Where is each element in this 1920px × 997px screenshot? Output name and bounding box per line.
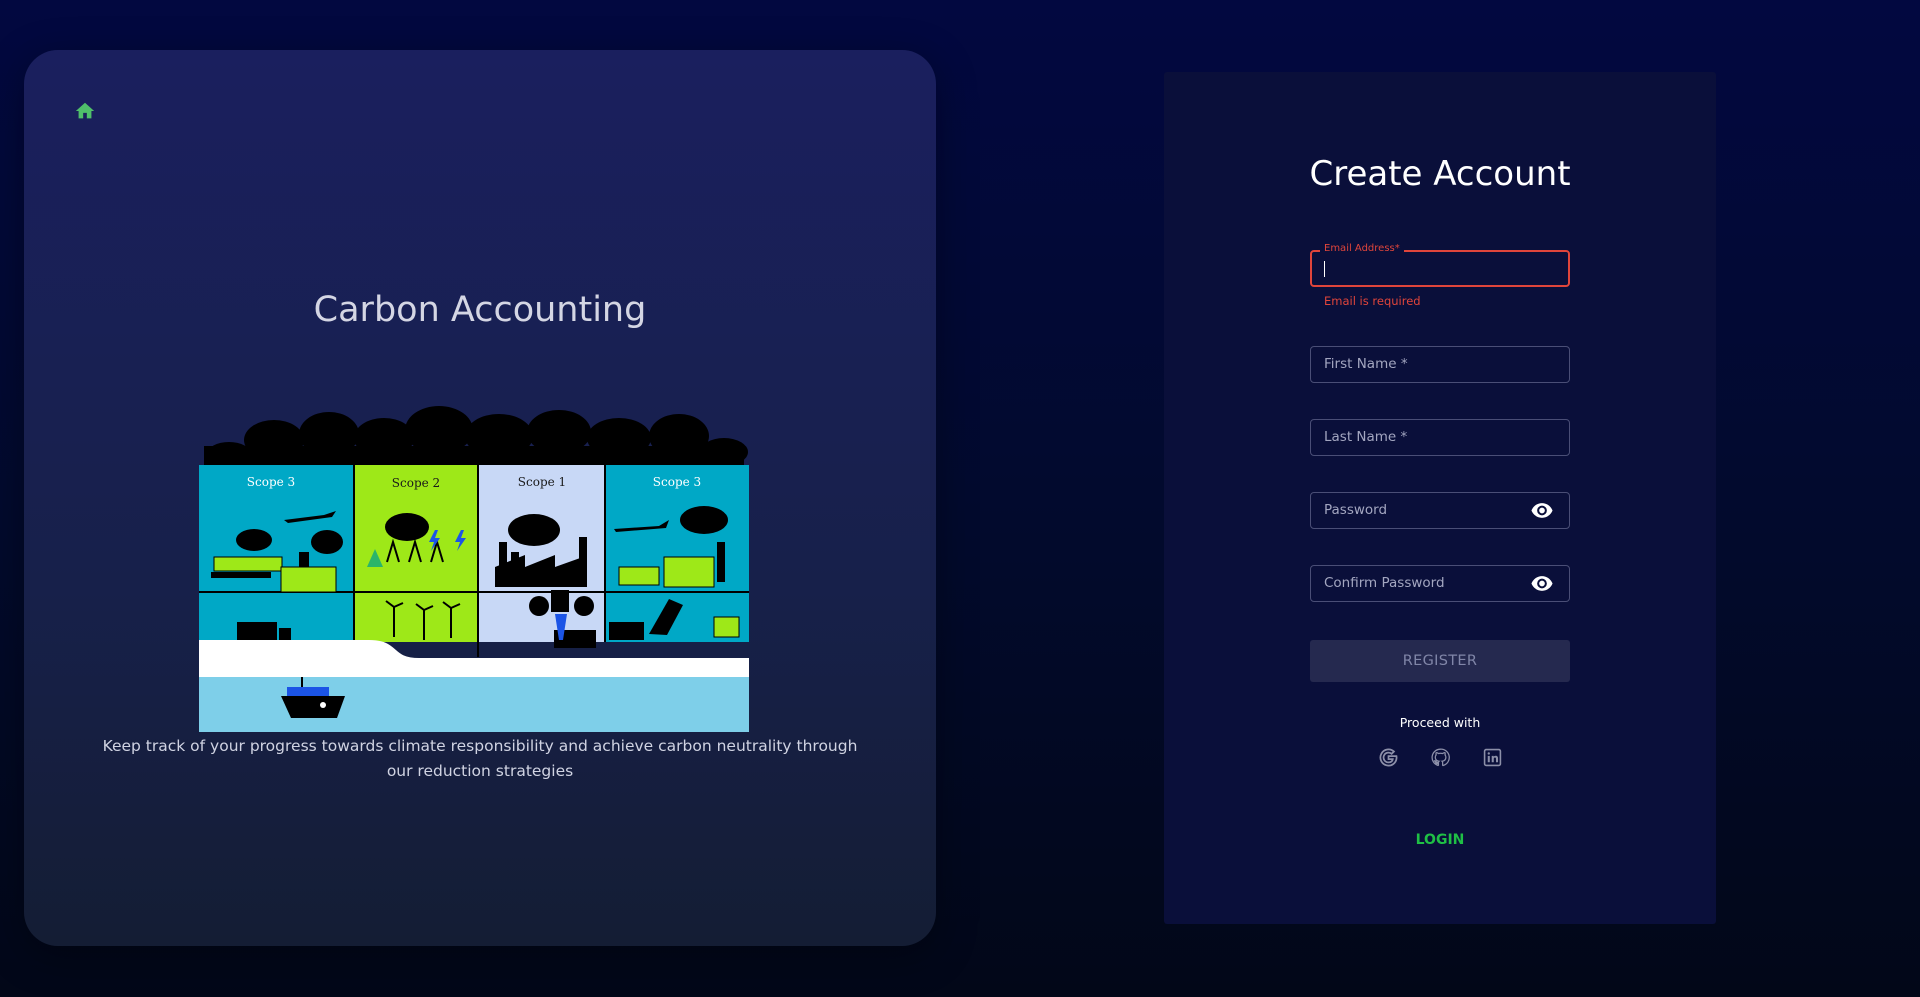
- email-field[interactable]: Email Address*: [1310, 243, 1570, 287]
- intro-panel: Carbon Accounting Scope 3 Scope 2 Scope …: [24, 50, 936, 946]
- login-link[interactable]: LOGIN: [1164, 832, 1716, 848]
- confirm-password-placeholder: Confirm Password: [1324, 575, 1445, 591]
- password-field[interactable]: Password: [1310, 492, 1570, 529]
- first-name-placeholder: First Name *: [1324, 356, 1408, 372]
- first-name-field[interactable]: First Name *: [1310, 346, 1570, 383]
- password-placeholder: Password: [1324, 502, 1388, 518]
- page-title: Carbon Accounting: [313, 290, 647, 330]
- register-card: Create Account Email Address* Email is r…: [1164, 72, 1716, 924]
- google-icon[interactable]: [1379, 748, 1398, 767]
- scope-label: Scope 3: [653, 475, 701, 489]
- last-name-placeholder: Last Name *: [1324, 429, 1408, 445]
- scope-illustration: Scope 3 Scope 2 Scope 1 Scope 3: [199, 402, 749, 732]
- email-label: Email Address*: [1320, 243, 1404, 254]
- register-button[interactable]: REGISTER: [1310, 640, 1570, 682]
- confirm-password-field[interactable]: Confirm Password: [1310, 565, 1570, 602]
- github-icon[interactable]: [1431, 748, 1450, 767]
- form-title: Create Account: [1309, 154, 1571, 194]
- proceed-with-label: Proceed with: [1399, 715, 1481, 730]
- eye-icon[interactable]: [1531, 575, 1553, 592]
- home-icon[interactable]: [74, 100, 96, 122]
- linkedin-icon[interactable]: [1483, 748, 1502, 767]
- email-error-text: Email is required: [1324, 294, 1421, 308]
- scope-label: Scope 2: [392, 476, 440, 490]
- social-login-row: [1164, 748, 1716, 767]
- text-cursor: [1324, 261, 1325, 277]
- eye-icon[interactable]: [1531, 502, 1553, 519]
- scope-label: Scope 1: [518, 475, 566, 489]
- last-name-field[interactable]: Last Name *: [1310, 419, 1570, 456]
- tagline: Keep track of your progress towards clim…: [102, 737, 858, 780]
- scope-label: Scope 3: [247, 475, 295, 489]
